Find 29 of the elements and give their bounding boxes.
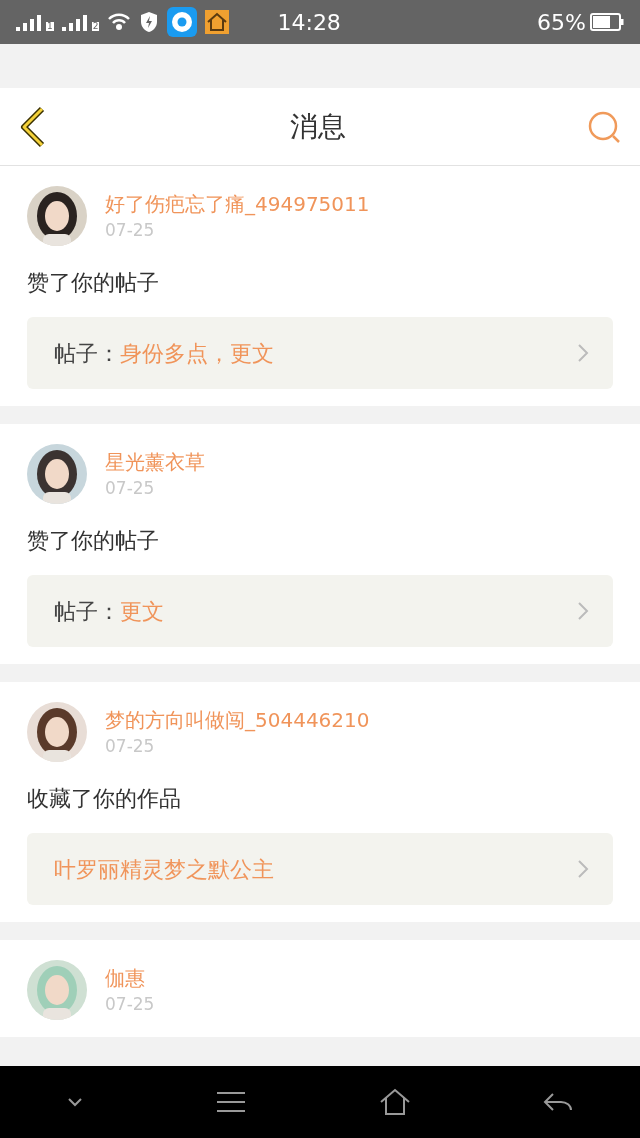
- user-name[interactable]: 星光薰衣草: [105, 448, 205, 476]
- user-name[interactable]: 伽惠: [105, 964, 155, 992]
- menu-button[interactable]: [216, 1091, 247, 1113]
- home-button[interactable]: [379, 1088, 410, 1116]
- message-text: 赞了你的帖子: [27, 269, 160, 297]
- chevron-right-icon: [577, 859, 589, 879]
- wifi-icon: [107, 13, 132, 31]
- user-name[interactable]: 好了伤疤忘了痛_494975011: [105, 190, 370, 218]
- post-link[interactable]: 叶罗丽精灵梦之默公主: [27, 833, 613, 905]
- clock: 14:28: [277, 8, 341, 37]
- collapse-button[interactable]: [66, 1097, 83, 1107]
- back-nav-button[interactable]: [543, 1091, 574, 1113]
- user-name[interactable]: 梦的方向叫做闯_504446210: [105, 706, 370, 734]
- message-text: 收藏了你的作品: [27, 785, 182, 813]
- chevron-right-icon: [577, 343, 589, 363]
- battery-percent: 65%: [537, 8, 586, 37]
- page-title: 消息: [289, 108, 347, 145]
- house-icon: [205, 10, 230, 34]
- battery-icon: [590, 13, 624, 31]
- sim-number: 1: [46, 22, 54, 31]
- chevron-right-icon: [577, 601, 589, 621]
- app-icon: [167, 7, 198, 37]
- message-text: 赞了你的帖子: [27, 527, 160, 555]
- signal-icon: [16, 13, 44, 31]
- post-link[interactable]: 帖子：更文: [27, 575, 613, 647]
- post-link[interactable]: 帖子：身份多点，更文: [27, 317, 613, 389]
- signal-icon: [61, 13, 90, 31]
- shield-icon: [139, 11, 160, 33]
- sim-number: 2: [91, 22, 100, 31]
